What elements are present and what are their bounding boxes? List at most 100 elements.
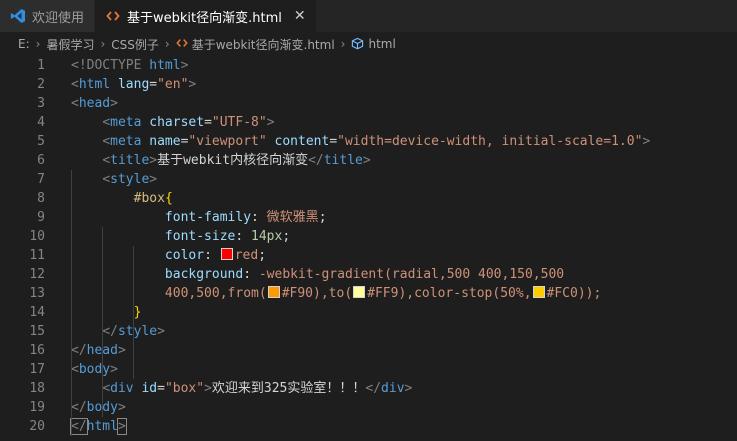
color-swatch[interactable] [267, 286, 280, 298]
code-line: 9 font-family: 微软雅黑; [0, 208, 737, 227]
token: (radial,500 400,150,500 [384, 267, 565, 282]
token: meta [110, 115, 142, 130]
html-file-icon [105, 8, 121, 24]
vscode-logo-icon [10, 8, 26, 24]
line-number: 17 [29, 362, 45, 377]
code-line: 14 } [0, 303, 737, 322]
token: 400,500, [164, 286, 228, 301]
line-number: 19 [29, 400, 45, 415]
token: html [86, 419, 118, 434]
code-editor[interactable]: 1 <!DOCTYPE html> 2 <html lang="en"> 3 <… [0, 56, 737, 441]
token: > [180, 58, 189, 73]
token: 微软雅黑 [266, 210, 319, 225]
token: red [234, 248, 259, 263]
token: "viewport" [188, 134, 267, 149]
token: "box" [164, 381, 205, 396]
code-line: 15 </style> [0, 322, 737, 341]
tab-label: 欢迎使用 [32, 10, 85, 26]
code-line: 3 <head> [0, 94, 737, 113]
color-swatch[interactable] [353, 286, 366, 298]
breadcrumb-item[interactable]: E: [18, 37, 30, 51]
code-line: 1 <!DOCTYPE html> [0, 56, 737, 75]
code-line: 17 <body> [0, 360, 737, 379]
code-line: 7 <style> [0, 170, 737, 189]
line-number: 15 [29, 324, 45, 339]
token: "en" [157, 77, 189, 92]
tab-file[interactable]: 基于webkit径向渐变.html ✕ [95, 0, 317, 32]
code-line: 12 background: -webkit-gradient(radial,5… [0, 265, 737, 284]
line-number: 5 [37, 134, 45, 149]
line-number: 4 [37, 115, 45, 130]
token: title [110, 153, 150, 168]
code-line: 16 </head> [0, 341, 737, 360]
line-number: 7 [37, 172, 45, 187]
token: style [117, 324, 158, 339]
code-line: 20 </html> [0, 417, 737, 436]
chevron-right-icon: › [340, 37, 346, 51]
token: #FC0 [546, 286, 578, 301]
token: "width=device-width, initial-scale=1.0" [337, 134, 643, 149]
color-swatch[interactable] [532, 286, 545, 298]
indent-guide [71, 170, 72, 436]
color-swatch[interactable] [220, 248, 233, 260]
token: font-family [164, 210, 252, 225]
token: div [381, 381, 405, 396]
tab-bar: 欢迎使用 基于webkit径向渐变.html ✕ [0, 0, 737, 32]
token: name [149, 134, 181, 149]
token: title [323, 153, 363, 168]
token: head [78, 96, 111, 111]
token: lang [117, 77, 150, 92]
token: #F90 [281, 286, 313, 301]
line-number: 9 [37, 210, 45, 225]
line-number: 1 [37, 58, 45, 73]
breadcrumb: E: › 暑假学习 › CSS例子 › 基于webkit径向渐变.html › … [0, 32, 737, 56]
line-number: 3 [37, 96, 45, 111]
token: <!DOCTYPE [71, 58, 150, 73]
code-line: 10 font-size: 14px; [0, 227, 737, 246]
code-line: 4 <meta charset="UTF-8"> [0, 113, 737, 132]
chevron-right-icon: › [35, 37, 41, 51]
breadcrumb-item[interactable]: CSS例子 [111, 36, 159, 53]
line-number: 6 [37, 153, 45, 168]
chevron-right-icon: › [100, 37, 106, 51]
token: font-size [164, 229, 236, 244]
token: #FF9 [367, 286, 399, 301]
html-file-icon [175, 37, 188, 51]
token: id [141, 381, 158, 396]
line-number: 2 [37, 77, 45, 92]
token: style [110, 172, 150, 187]
line-number: 11 [29, 248, 45, 263]
code-line: 13 400,500,from(#F90),to(#FF9),color-sto… [0, 284, 737, 303]
line-number: 10 [29, 229, 45, 244]
token: content [274, 134, 330, 149]
line-number: 14 [29, 305, 45, 320]
token: body [78, 362, 111, 377]
line-number: 8 [37, 191, 45, 206]
token: to [328, 286, 345, 301]
token: meta [110, 134, 142, 149]
indent-guide [102, 227, 103, 417]
chevron-right-icon: › [164, 37, 170, 51]
tab-welcome[interactable]: 欢迎使用 [0, 0, 96, 32]
code-line: 8 #box{ [0, 189, 737, 208]
token: color-stop [414, 286, 493, 301]
cube-icon [351, 37, 364, 51]
breadcrumb-item[interactable]: html [368, 37, 395, 51]
token: 14px [251, 229, 283, 244]
close-icon[interactable]: ✕ [294, 8, 306, 24]
token: charset [149, 115, 205, 130]
code-line: 5 <meta name="viewport" content="width=d… [0, 132, 737, 151]
code-line: 6 <title>基于webkit内核径向渐变</title> [0, 151, 737, 170]
line-number: 16 [29, 343, 45, 358]
breadcrumb-item[interactable]: 暑假学习 [46, 36, 94, 53]
indent-guide [133, 246, 134, 379]
token: } [133, 305, 142, 320]
token: -webkit-gradient [258, 267, 385, 282]
token: "UTF-8" [211, 115, 267, 130]
line-number: 13 [29, 286, 45, 301]
line-number: 12 [29, 267, 45, 282]
breadcrumb-item[interactable]: 基于webkit径向渐变.html [192, 36, 335, 53]
tab-label: 基于webkit径向渐变.html [127, 10, 282, 26]
line-number: 20 [29, 419, 45, 434]
code-line: 11 color: red; [0, 246, 737, 265]
